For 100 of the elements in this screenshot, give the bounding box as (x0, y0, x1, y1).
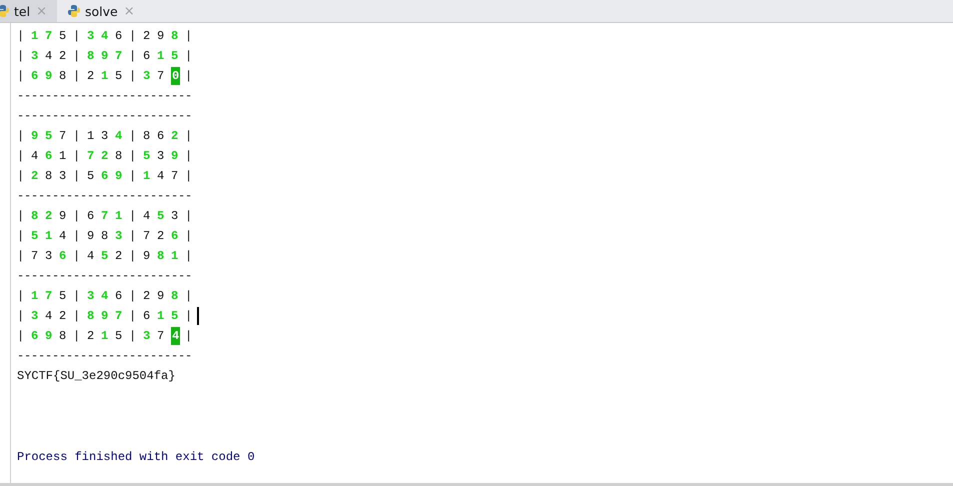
pipe-separator: | (17, 329, 26, 343)
sudoku-digit: 7 (143, 229, 150, 243)
sudoku-digit: 3 (143, 69, 150, 83)
sudoku-digit: 3 (31, 49, 38, 63)
pipe-separator: | (185, 29, 194, 43)
sudoku-digit: 8 (171, 289, 178, 303)
sudoku-digit: 5 (157, 209, 164, 223)
sudoku-digit: 8 (87, 49, 94, 63)
sudoku-digit: 3 (59, 169, 66, 183)
sudoku-digit: 4 (31, 149, 38, 163)
dashed-rule: ------------------------- (17, 189, 192, 203)
sudoku-digit: 8 (171, 29, 178, 43)
sudoku-digit: 2 (171, 129, 178, 143)
pipe-separator: | (17, 169, 26, 183)
pipe-separator: | (17, 49, 26, 63)
sudoku-digit: 8 (157, 249, 164, 263)
sudoku-digit: 1 (101, 69, 108, 83)
sudoku-digit: 4 (157, 169, 164, 183)
sudoku-digit: 5 (31, 229, 38, 243)
sudoku-digit: 8 (31, 209, 38, 223)
sudoku-digit: 7 (31, 249, 38, 263)
sudoku-digit: 6 (101, 169, 108, 183)
sudoku-digit: 7 (101, 209, 108, 223)
pipe-separator: | (17, 309, 26, 323)
sudoku-digit: 7 (59, 129, 66, 143)
pipe-separator: | (73, 229, 82, 243)
sudoku-digit: 7 (171, 169, 178, 183)
sudoku-digit: 6 (59, 249, 66, 263)
sudoku-digit: 5 (143, 149, 150, 163)
sudoku-digit: 9 (45, 329, 52, 343)
sudoku-digit: 9 (101, 49, 108, 63)
pipe-separator: | (17, 129, 26, 143)
pipe-separator: | (185, 149, 194, 163)
pipe-separator: | (17, 249, 26, 263)
pipe-separator: | (129, 289, 138, 303)
pipe-separator: | (73, 289, 82, 303)
sudoku-digit: 2 (45, 209, 52, 223)
sudoku-digit: 6 (31, 69, 38, 83)
sudoku-digit: 9 (143, 249, 150, 263)
sudoku-digit: 2 (143, 289, 150, 303)
sudoku-digit: 8 (45, 169, 52, 183)
dashed-rule: ------------------------- (17, 109, 192, 123)
pipe-separator: | (17, 229, 26, 243)
pipe-separator: | (129, 49, 138, 63)
sudoku-digit: 7 (157, 329, 164, 343)
sudoku-digit: 1 (101, 329, 108, 343)
sudoku-digit: 3 (115, 229, 122, 243)
sudoku-digit: 5 (101, 249, 108, 263)
sudoku-digit: 2 (157, 229, 164, 243)
sudoku-digit: 9 (171, 149, 178, 163)
sudoku-digit: 5 (87, 169, 94, 183)
pipe-separator: | (17, 69, 26, 83)
horizontal-scrollbar[interactable] (0, 483, 953, 486)
process-exit-message: Process finished with exit code 0 (17, 450, 255, 464)
sudoku-digit: 2 (59, 49, 66, 63)
sudoku-digit: 7 (87, 149, 94, 163)
pipe-separator: | (129, 309, 138, 323)
sudoku-digit: 7 (115, 49, 122, 63)
sudoku-digit: 9 (31, 129, 38, 143)
dashed-rule: ------------------------- (17, 269, 192, 283)
pipe-separator: | (129, 69, 138, 83)
sudoku-digit: 6 (171, 229, 178, 243)
sudoku-digit: 3 (87, 289, 94, 303)
output-text: SYCTF{SU_3e290c9504fa} (17, 369, 176, 383)
sudoku-digit: 1 (45, 229, 52, 243)
sudoku-digit: 7 (115, 309, 122, 323)
sudoku-digit: 4 (143, 209, 150, 223)
sudoku-digit: 4 (101, 29, 108, 43)
sudoku-digit: 5 (115, 69, 122, 83)
sudoku-digit: 8 (143, 129, 150, 143)
sudoku-digit: 7 (45, 29, 52, 43)
editor-tab[interactable]: tel × (0, 0, 57, 22)
dashed-rule: ------------------------- (17, 89, 192, 103)
sudoku-digit: 1 (171, 249, 178, 263)
sudoku-digit: 2 (101, 149, 108, 163)
dashed-rule: ------------------------- (17, 349, 192, 363)
sudoku-digit: 4 (171, 327, 180, 345)
sudoku-digit: 6 (31, 329, 38, 343)
pipe-separator: | (185, 209, 194, 223)
sudoku-digit: 1 (31, 289, 38, 303)
pipe-separator: | (17, 209, 26, 223)
pipe-separator: | (185, 49, 194, 63)
sudoku-digit: 5 (59, 29, 66, 43)
pipe-separator: | (185, 249, 194, 263)
pipe-separator: | (129, 29, 138, 43)
sudoku-digit: 4 (45, 49, 52, 63)
sudoku-digit: 6 (143, 49, 150, 63)
sudoku-digit: 5 (171, 309, 178, 323)
sudoku-digit: 0 (171, 67, 180, 85)
pipe-separator: | (73, 69, 82, 83)
sudoku-digit: 3 (87, 29, 94, 43)
pipe-separator: | (129, 169, 138, 183)
sudoku-digit: 3 (143, 329, 150, 343)
sudoku-digit: 3 (101, 129, 108, 143)
sudoku-digit: 3 (157, 149, 164, 163)
sudoku-digit: 9 (59, 209, 66, 223)
sudoku-digit: 4 (45, 309, 52, 323)
pipe-separator: | (129, 249, 138, 263)
sudoku-digit: 3 (45, 249, 52, 263)
pipe-separator: | (185, 229, 194, 243)
